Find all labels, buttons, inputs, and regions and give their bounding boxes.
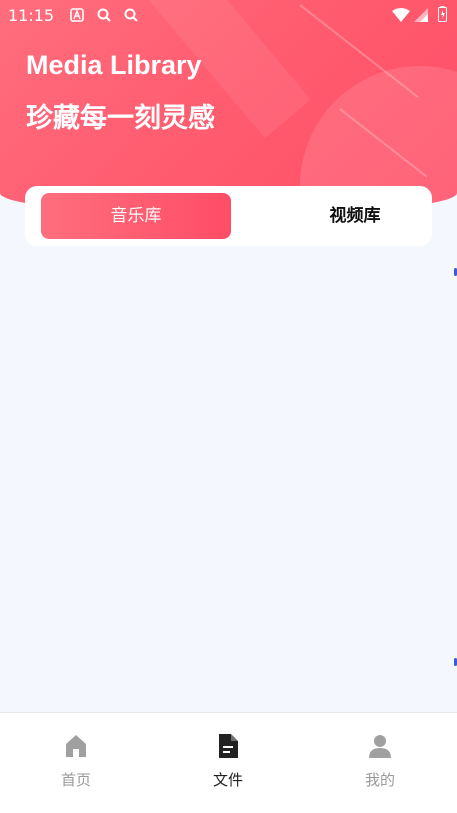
status-time: 11:15 [8, 6, 55, 25]
search-icon [124, 8, 138, 22]
tab-music-library[interactable]: 音乐库 [41, 193, 231, 239]
user-icon [369, 735, 391, 758]
bottom-navigation: 首页 文件 我的 [0, 712, 457, 813]
home-icon [66, 735, 86, 757]
nav-item-home[interactable]: 首页 [0, 713, 152, 813]
page-subtitle: 珍藏每一刻灵感 [26, 103, 215, 134]
nav-label-files: 文件 [212, 771, 243, 789]
battery-icon [438, 6, 447, 22]
page-title: Media Library [26, 50, 202, 80]
wifi-icon [392, 8, 410, 22]
nav-label-profile: 我的 [364, 771, 395, 789]
library-tab-bar: 音乐库 视频库 [25, 186, 432, 246]
nav-label-home: 首页 [60, 771, 91, 789]
file-icon [219, 734, 238, 758]
nav-item-profile[interactable]: 我的 [304, 713, 456, 813]
signal-icon [414, 8, 428, 22]
tab-video-library[interactable]: 视频库 [255, 193, 455, 239]
nav-item-files[interactable]: 文件 [152, 713, 304, 813]
search-icon [97, 8, 111, 22]
status-bar: 11:15 [0, 0, 457, 32]
notification-a-icon [70, 8, 84, 22]
